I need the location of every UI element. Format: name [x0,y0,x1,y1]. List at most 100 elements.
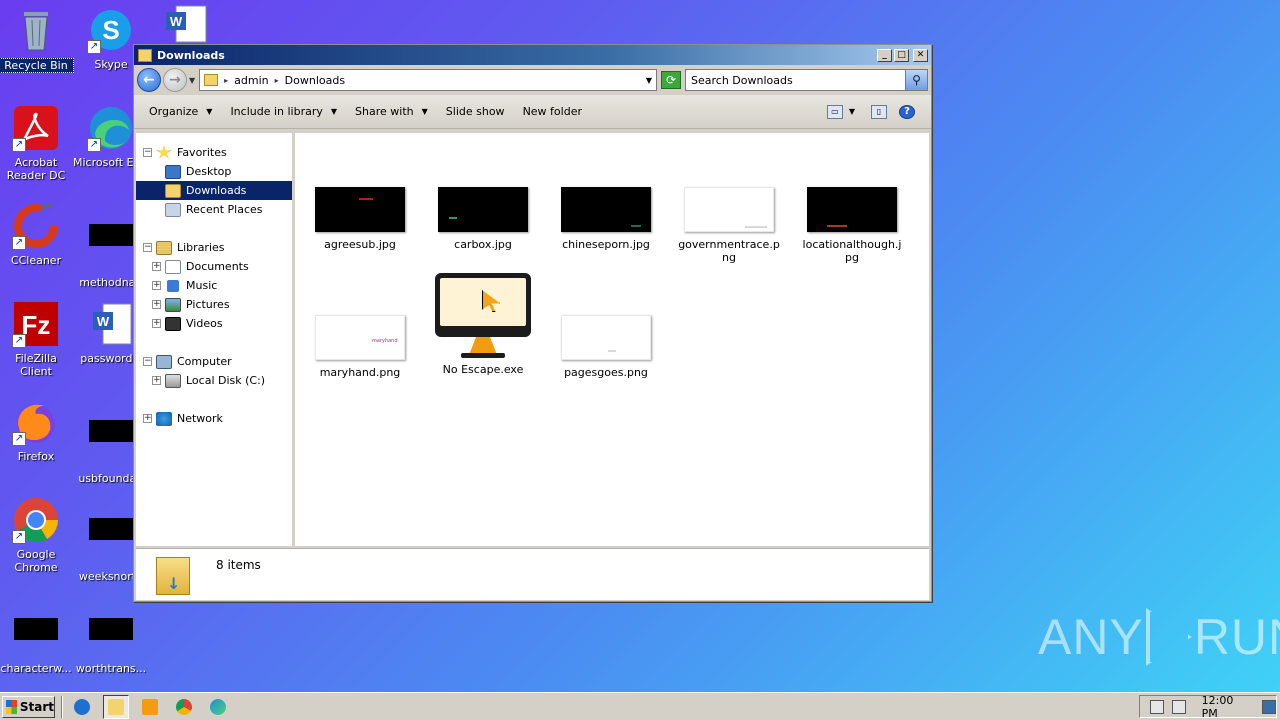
forward-button[interactable]: → [163,68,187,92]
desktop-icon-recycle-bin[interactable]: Recycle Bin [0,6,74,73]
details-pane: ↓ 8 items [136,548,929,600]
volume-icon[interactable] [1150,699,1164,714]
breadcrumb-downloads[interactable]: Downloads [285,74,345,87]
desktop-icon-worthtrans[interactable]: worthtrans... [73,600,149,675]
tree-pictures[interactable]: + Pictures [136,295,292,314]
file-item[interactable]: chineseporn.jpg [554,187,658,251]
file-list[interactable]: agreesub.jpg carbox.jpg chineseporn.jpg … [295,133,929,546]
preview-pane-icon[interactable]: ▯ [871,104,887,119]
expand-icon[interactable]: + [143,414,152,423]
network-status-icon[interactable] [1171,699,1186,714]
search-input[interactable]: Search Downloads ⚲ [685,69,928,91]
address-box[interactable]: ▸ admin ▸ Downloads ▼ [199,69,657,91]
change-view-icon[interactable]: ▭ [826,104,843,119]
desktop-icon-characterw[interactable]: characterw... [0,600,74,675]
navigation-pane[interactable]: − Favorites Desktop Downloads Recent Pla… [136,133,295,546]
taskbar-chrome[interactable] [171,695,197,719]
file-item[interactable]: maryhand maryhand.png [308,315,412,379]
tree-network[interactable]: + Network [136,409,292,428]
filezilla-icon: Fz ↗ [12,300,60,348]
edge-icon [210,698,226,715]
collapse-icon[interactable]: − [143,148,152,157]
tree-music[interactable]: + Music [136,276,292,295]
taskbar-ie[interactable] [69,695,95,719]
tree-libraries[interactable]: − Libraries [136,238,292,257]
address-bar-row: ← → ▼ ▸ admin ▸ Downloads ▼ ⟳ Search Dow… [134,65,931,95]
start-button[interactable]: Start [2,695,55,718]
file-item[interactable]: locationalthough.jpg [800,187,904,264]
expand-icon[interactable]: + [152,281,161,290]
recent-places-icon [165,202,181,217]
firefox-icon: ↗ [12,398,60,446]
tree-computer[interactable]: − Computer [136,352,292,371]
tree-local-disk[interactable]: + Local Disk (C:) [136,371,292,390]
desktop-icon-firefox[interactable]: ↗ Firefox [0,398,74,463]
slide-show-button[interactable]: Slide show [437,105,514,118]
tree-desktop[interactable]: Desktop [136,162,292,181]
videos-icon [165,316,181,331]
file-name: agreesub.jpg [324,238,396,251]
taskbar-media-player[interactable] [137,695,163,719]
collapse-icon[interactable]: − [143,243,152,252]
breadcrumb-admin[interactable]: admin [234,74,268,87]
organize-menu[interactable]: Organize ▼ [140,105,221,118]
media-player-icon [142,698,158,715]
command-bar: Organize ▼ Include in library ▼ Share with… [134,95,931,129]
edge-icon: ↗ [87,104,135,152]
music-note-icon [167,279,179,292]
desktop-icon-filezilla[interactable]: Fz ↗ FileZilla Client [0,300,74,378]
tree-label: Recent Places [186,203,263,216]
image-file-icon [12,618,60,658]
refresh-button[interactable]: ⟳ [661,71,681,89]
chevron-right-icon[interactable]: ▸ [275,76,279,85]
close-button[interactable]: ✕ [913,48,928,62]
new-folder-button[interactable]: New folder [514,105,591,118]
tree-recent-places[interactable]: Recent Places [136,200,292,219]
title-bar[interactable]: Downloads _ □ ✕ [134,45,931,65]
folder-icon [204,74,219,86]
back-button[interactable]: ← [137,68,161,92]
clock[interactable]: 12:00 PM [1202,694,1253,720]
share-with-menu[interactable]: Share with ▼ [346,105,437,118]
watermark-left: ANY [1038,609,1144,665]
expand-icon[interactable]: + [152,262,161,271]
recent-pages-dropdown[interactable]: ▼ [189,76,195,85]
file-item[interactable]: carbox.jpg [431,187,535,251]
maximize-button[interactable]: □ [894,48,909,62]
desktop-icon-chrome[interactable]: ↗ Google Chrome [0,496,74,574]
chevron-right-icon[interactable]: ▸ [224,76,228,85]
view-dropdown-icon[interactable]: ▼ [849,107,855,116]
tree-downloads[interactable]: Downloads [136,181,292,200]
chevron-down-icon: ▼ [421,107,428,116]
file-item[interactable]: agreesub.jpg [308,187,412,251]
expand-icon[interactable]: + [152,300,161,309]
file-item[interactable]: governmentrace.png [677,187,781,264]
image-file-icon [87,420,135,468]
image-thumbnail [438,187,528,232]
expand-icon[interactable]: + [152,319,161,328]
minimize-button[interactable]: _ [877,48,892,62]
explorer-body: − Favorites Desktop Downloads Recent Pla… [136,133,929,546]
downloads-folder-icon [165,183,181,198]
expand-icon[interactable]: + [152,376,161,385]
address-dropdown-icon[interactable]: ▼ [646,76,652,85]
include-in-library-menu[interactable]: Include in library ▼ [221,105,346,118]
help-icon[interactable]: ? [899,104,915,119]
documents-icon [165,259,181,274]
recycle-bin-icon [12,6,60,54]
tree-favorites[interactable]: − Favorites [136,143,292,162]
tree-videos[interactable]: + Videos [136,314,292,333]
collapse-icon[interactable]: − [143,357,152,366]
file-item[interactable]: pagesgoes.png [554,315,658,379]
desktop-icon-label: Recycle Bin [0,58,74,73]
show-desktop-icon[interactable] [1262,699,1276,714]
include-label: Include in library [230,105,323,118]
file-item[interactable]: No Escape.exe [431,273,535,376]
desktop-icon-acrobat[interactable]: ↗ Acrobat Reader DC [0,104,74,182]
tree-label: Documents [186,260,249,273]
taskbar-explorer[interactable] [103,694,129,719]
taskbar-edge[interactable] [205,695,231,719]
desktop-icon-ccleaner[interactable]: ↗ CCleaner [0,202,74,267]
search-icon[interactable]: ⚲ [905,70,927,90]
tree-documents[interactable]: + Documents [136,257,292,276]
